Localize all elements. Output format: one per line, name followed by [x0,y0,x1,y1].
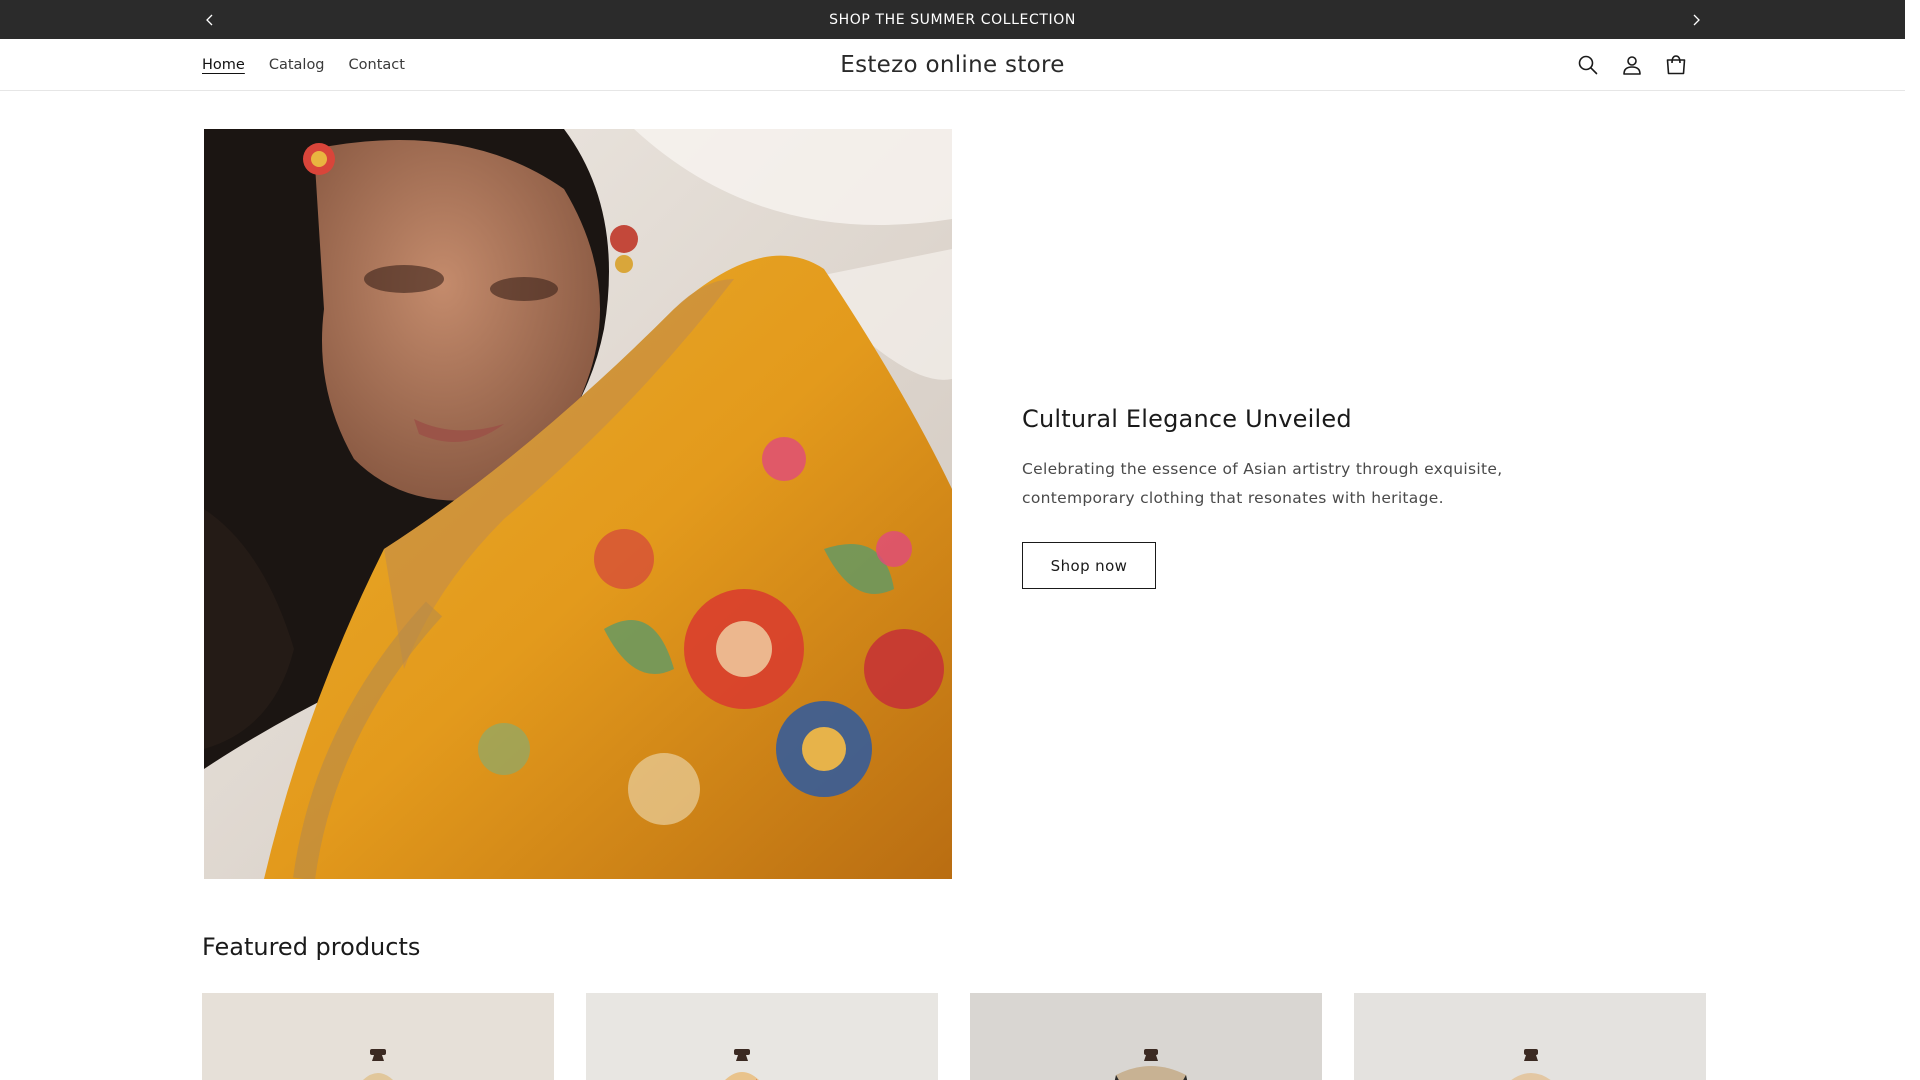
cart-button[interactable] [1663,52,1689,78]
announcement-text: SHOP THE SUMMER COLLECTION [829,11,1076,28]
announcement-prev-button[interactable] [190,0,230,39]
chevron-right-icon [1693,14,1700,25]
product-card[interactable] [586,993,938,1080]
hero-content: Cultural Elegance Unveiled Celebrating t… [1022,405,1622,589]
account-button[interactable] [1619,52,1645,78]
hero-image [204,129,952,879]
search-button[interactable] [1575,52,1601,78]
chevron-left-icon [206,14,213,25]
product-card[interactable] [1354,993,1706,1080]
hero-description: Celebrating the essence of Asian artistr… [1022,460,1503,507]
featured-products-heading: Featured products [202,933,421,961]
account-icon [1623,56,1641,75]
announcement-next-button[interactable] [1676,0,1716,39]
nav-item-catalog[interactable]: Catalog [269,57,325,73]
site-header: Home Catalog Contact Estezo online store [0,39,1905,91]
shop-now-button[interactable]: Shop now [1022,542,1156,589]
main-nav: Home Catalog Contact [202,39,405,91]
search-icon [1578,55,1598,75]
cart-icon [1666,55,1686,75]
product-card[interactable] [970,993,1322,1080]
nav-item-home[interactable]: Home [202,57,245,73]
nav-item-contact[interactable]: Contact [349,57,405,73]
announcement-bar: SHOP THE SUMMER COLLECTION [0,0,1905,39]
header-actions [1575,39,1689,91]
product-grid [202,993,1706,1080]
product-card[interactable] [202,993,554,1080]
hero-title: Cultural Elegance Unveiled [1022,405,1352,433]
storefront-page: SHOP THE SUMMER COLLECTION Home Catalog … [0,0,1905,1080]
